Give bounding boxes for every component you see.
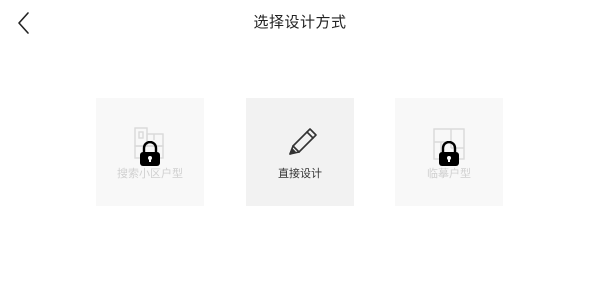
option-label: 临摹户型 <box>427 167 471 180</box>
option-search-floorplan[interactable]: 搜索小区户型 <box>96 98 204 206</box>
pencil-icon <box>246 98 354 206</box>
option-label: 直接设计 <box>278 167 322 180</box>
header-bar: 选择设计方式 <box>0 0 600 44</box>
option-direct-design[interactable]: 直接设计 <box>246 98 354 206</box>
page-title: 选择设计方式 <box>253 13 347 31</box>
option-trace-floorplan[interactable]: 临摹户型 <box>395 98 503 206</box>
option-label: 搜索小区户型 <box>117 167 183 180</box>
